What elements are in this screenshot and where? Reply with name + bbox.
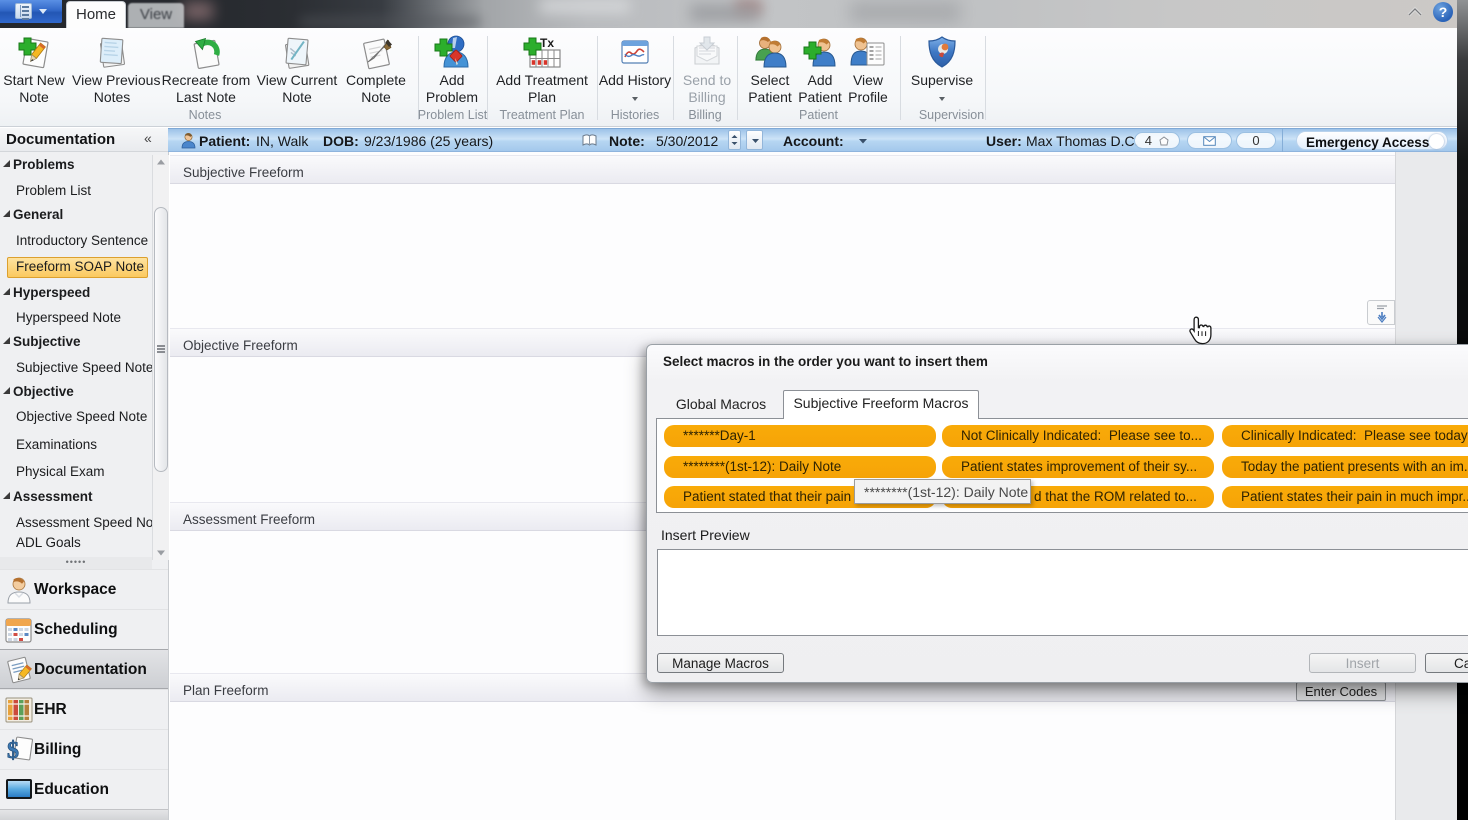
svg-text:Tx: Tx: [540, 36, 554, 50]
svg-text:$: $: [7, 738, 19, 764]
